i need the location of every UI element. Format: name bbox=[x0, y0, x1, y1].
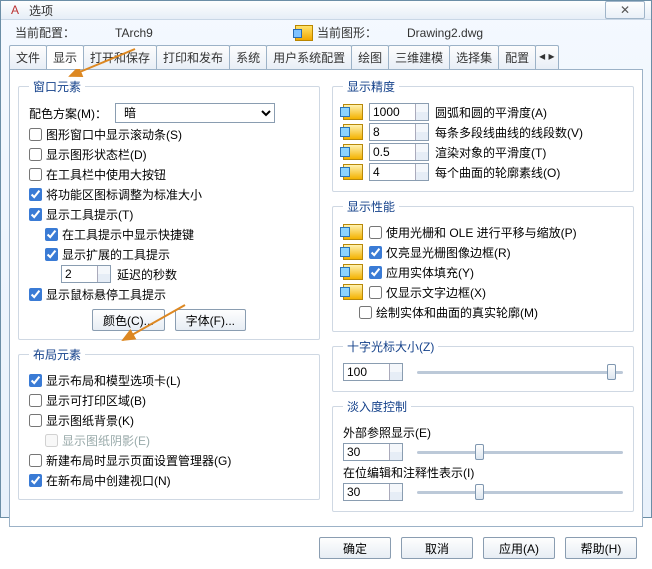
ok-button[interactable]: 确定 bbox=[319, 537, 391, 559]
arc-smooth-label: 圆弧和圆的平滑度(A) bbox=[435, 104, 547, 121]
swatch-icon bbox=[343, 244, 363, 260]
cb-page-setup-mgr[interactable] bbox=[29, 454, 42, 467]
xref-fade-slider[interactable] bbox=[417, 443, 623, 461]
current-drawing-value: Drawing2.dwg bbox=[407, 26, 483, 40]
cb-layout-tabs[interactable] bbox=[29, 374, 42, 387]
app-icon: A bbox=[7, 2, 23, 18]
tab-6[interactable]: 绘图 bbox=[351, 45, 389, 69]
cancel-button[interactable]: 取消 bbox=[401, 537, 473, 559]
cb-paper-shadow bbox=[45, 434, 58, 447]
swatch-icon bbox=[343, 144, 363, 160]
tab-8[interactable]: 选择集 bbox=[449, 45, 499, 69]
cb-ext-tooltip[interactable] bbox=[45, 248, 58, 261]
render-smooth-input[interactable]: 0.5 bbox=[369, 143, 429, 161]
cb-tooltip-shortcut[interactable] bbox=[45, 228, 58, 241]
lbl-text-frame: 仅显示文字边框(X) bbox=[386, 284, 486, 301]
arc-smooth-input[interactable]: 1000 bbox=[369, 103, 429, 121]
lbl-std-icons: 将功能区图标调整为标准大小 bbox=[46, 186, 202, 203]
colors-button[interactable]: 颜色(C)... bbox=[92, 309, 165, 331]
lbl-true-sil: 绘制实体和曲面的真实轮廓(M) bbox=[376, 304, 538, 321]
performance-legend: 显示性能 bbox=[343, 198, 399, 215]
cb-print-area[interactable] bbox=[29, 394, 42, 407]
cb-large-buttons[interactable] bbox=[29, 168, 42, 181]
lbl-create-viewport: 在新布局中创建视口(N) bbox=[46, 472, 171, 489]
cb-solid-fill[interactable] bbox=[369, 266, 382, 279]
window-title: 选项 bbox=[29, 2, 605, 19]
cb-tooltips[interactable] bbox=[29, 208, 42, 221]
lbl-paper-shadow: 显示图纸阴影(E) bbox=[62, 432, 150, 449]
apply-button[interactable]: 应用(A) bbox=[483, 537, 555, 559]
lbl-solid-fill: 应用实体填充(Y) bbox=[386, 264, 474, 281]
cb-paper-bg[interactable] bbox=[29, 414, 42, 427]
tab-2[interactable]: 打开和保存 bbox=[83, 45, 157, 69]
cb-raster-pan[interactable] bbox=[369, 226, 382, 239]
polyline-seg-label: 每条多段线曲线的线段数(V) bbox=[435, 124, 583, 141]
lbl-print-area: 显示可打印区域(B) bbox=[46, 392, 146, 409]
cb-create-viewport[interactable] bbox=[29, 474, 42, 487]
inplace-label: 在位编辑和注释性表示(I) bbox=[343, 464, 474, 481]
drawing-icon bbox=[295, 25, 313, 41]
window-elements-legend: 窗口元素 bbox=[29, 78, 85, 95]
lbl-statusbar: 显示图形状态栏(D) bbox=[46, 146, 147, 163]
cb-raster-frame[interactable] bbox=[369, 246, 382, 259]
lbl-ext-tooltip: 显示扩展的工具提示 bbox=[62, 246, 170, 263]
lbl-paper-bg: 显示图纸背景(K) bbox=[46, 412, 134, 429]
close-button[interactable]: ✕ bbox=[605, 1, 645, 19]
contour-lines-label: 每个曲面的轮廓素线(O) bbox=[435, 164, 560, 181]
delay-label: 延迟的秒数 bbox=[117, 266, 177, 283]
current-config-label: 当前配置： bbox=[15, 24, 115, 41]
cursor-size-input[interactable]: 100 bbox=[343, 363, 403, 381]
precision-legend: 显示精度 bbox=[343, 78, 399, 95]
swatch-icon bbox=[343, 104, 363, 120]
tab-3[interactable]: 打印和发布 bbox=[156, 45, 230, 69]
render-smooth-label: 渲染对象的平滑度(T) bbox=[435, 144, 546, 161]
lbl-page-setup-mgr: 新建布局时显示页面设置管理器(G) bbox=[46, 452, 231, 469]
cb-true-sil[interactable] bbox=[359, 306, 372, 319]
cb-hover-tooltip[interactable] bbox=[29, 288, 42, 301]
cb-scrollbars[interactable] bbox=[29, 128, 42, 141]
tab-9[interactable]: 配置 bbox=[498, 45, 536, 69]
color-scheme-select[interactable]: 暗 bbox=[115, 103, 275, 123]
lbl-large-buttons: 在工具栏中使用大按钮 bbox=[46, 166, 166, 183]
polyline-seg-input[interactable]: 8 bbox=[369, 123, 429, 141]
tab-0[interactable]: 文件 bbox=[9, 45, 47, 69]
fonts-button[interactable]: 字体(F)... bbox=[175, 309, 246, 331]
tab-5[interactable]: 用户系统配置 bbox=[266, 45, 352, 69]
scheme-label: 配色方案(M)： bbox=[29, 105, 107, 122]
cb-text-frame[interactable] bbox=[369, 286, 382, 299]
cb-statusbar[interactable] bbox=[29, 148, 42, 161]
inplace-fade-slider[interactable] bbox=[417, 483, 623, 501]
current-config-value: TArch9 bbox=[115, 26, 295, 40]
swatch-icon bbox=[343, 284, 363, 300]
cursor-size-slider[interactable] bbox=[417, 363, 623, 381]
tab-1[interactable]: 显示 bbox=[46, 45, 84, 69]
help-button[interactable]: 帮助(H) bbox=[565, 537, 637, 559]
lbl-raster-frame: 仅亮显光栅图像边框(R) bbox=[386, 244, 511, 261]
xref-label: 外部参照显示(E) bbox=[343, 424, 431, 441]
current-drawing-label: 当前图形： bbox=[317, 24, 377, 41]
delay-spinner[interactable]: 2 bbox=[61, 265, 111, 283]
swatch-icon bbox=[343, 164, 363, 180]
cb-std-icons[interactable] bbox=[29, 188, 42, 201]
fade-legend: 淡入度控制 bbox=[343, 398, 411, 415]
lbl-hover-tooltip: 显示鼠标悬停工具提示 bbox=[46, 286, 166, 303]
contour-lines-input[interactable]: 4 bbox=[369, 163, 429, 181]
lbl-tooltips: 显示工具提示(T) bbox=[46, 206, 133, 223]
layout-elements-legend: 布局元素 bbox=[29, 346, 85, 363]
swatch-icon bbox=[343, 124, 363, 140]
tab-scroll[interactable]: ◂ ▸ bbox=[535, 45, 558, 69]
swatch-icon bbox=[343, 264, 363, 280]
cursor-legend: 十字光标大小(Z) bbox=[343, 338, 438, 355]
lbl-scrollbars: 图形窗口中显示滚动条(S) bbox=[46, 126, 182, 143]
swatch-icon bbox=[343, 224, 363, 240]
xref-fade-input[interactable]: 30 bbox=[343, 443, 403, 461]
tab-4[interactable]: 系统 bbox=[229, 45, 267, 69]
lbl-raster-pan: 使用光栅和 OLE 进行平移与缩放(P) bbox=[386, 224, 577, 241]
lbl-tooltip-shortcut: 在工具提示中显示快捷键 bbox=[62, 226, 194, 243]
lbl-layout-tabs: 显示布局和模型选项卡(L) bbox=[46, 372, 181, 389]
inplace-fade-input[interactable]: 30 bbox=[343, 483, 403, 501]
tab-7[interactable]: 三维建模 bbox=[388, 45, 450, 69]
